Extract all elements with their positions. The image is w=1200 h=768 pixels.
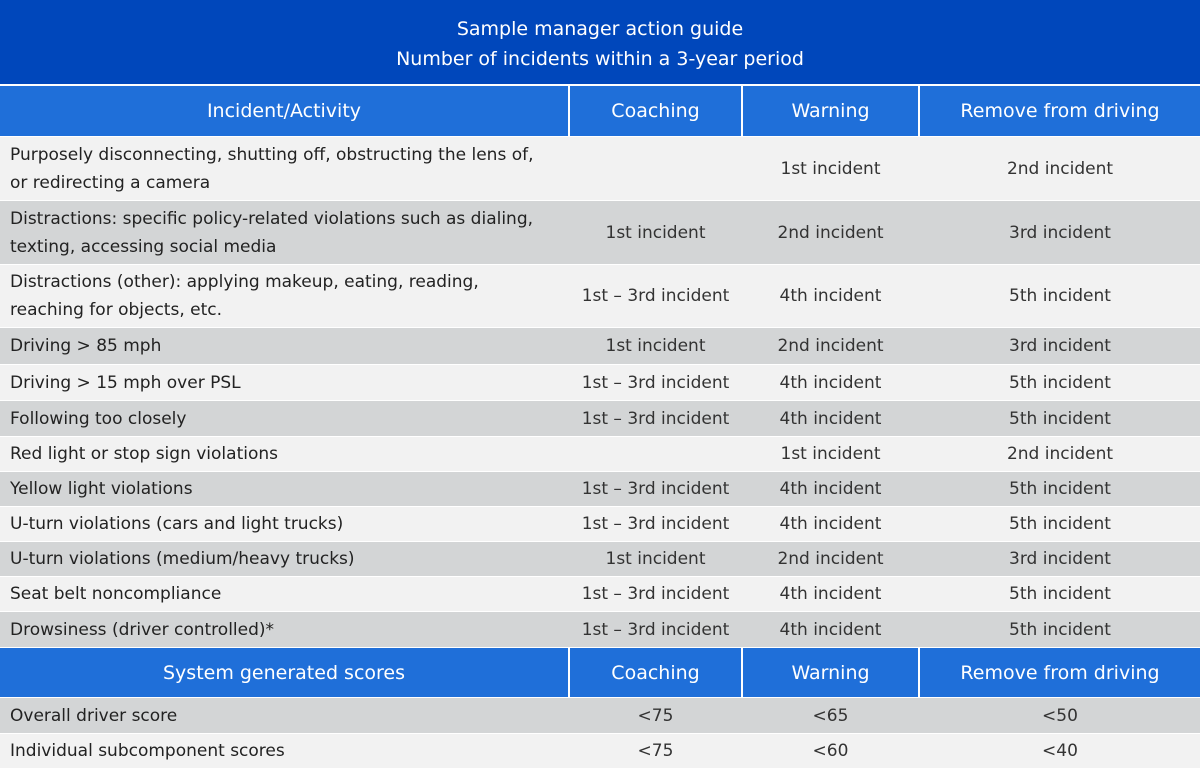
header-coaching: Coaching bbox=[570, 648, 741, 697]
cell-activity: Distractions: specific policy-related vi… bbox=[10, 208, 534, 257]
header-system-scores: System generated scores bbox=[0, 648, 568, 697]
cell-remove-from-driving: <50 bbox=[1042, 705, 1078, 726]
cell-warning: <60 bbox=[812, 741, 849, 761]
header-remove-from-driving: Remove from driving bbox=[920, 86, 1200, 136]
table-title-band: Sample manager action guide Number of in… bbox=[0, 0, 1200, 84]
incident-table-header: Incident/Activity Coaching Warning Remov… bbox=[0, 86, 1200, 136]
cell-coaching: 1st – 3rd incident bbox=[581, 619, 730, 640]
header-warning: Warning bbox=[743, 648, 918, 697]
cell-remove-from-driving: 2nd incident bbox=[1006, 158, 1114, 179]
cell-warning: 4th incident bbox=[779, 479, 882, 499]
cell-coaching: 1st – 3rd incident bbox=[581, 514, 730, 534]
header-warning: Warning bbox=[743, 86, 918, 136]
cell-coaching: 1st – 3rd incident bbox=[581, 408, 730, 429]
cell-activity: Overall driver score bbox=[10, 705, 178, 726]
header-remove-from-driving: Remove from driving bbox=[920, 648, 1200, 697]
table-row: Red light or stop sign violations 1st inc… bbox=[0, 437, 1200, 471]
cell-remove-from-driving: <40 bbox=[1042, 741, 1078, 761]
cell-coaching bbox=[570, 137, 741, 200]
cell-remove-from-driving: 3rd incident bbox=[1009, 336, 1111, 356]
table-row: Purposely disconnecting, shutting off, o… bbox=[0, 137, 1200, 200]
cell-coaching: <75 bbox=[637, 741, 674, 761]
cell-coaching: 1st – 3rd incident bbox=[581, 479, 730, 499]
cell-remove-from-driving: 3rd incident bbox=[1009, 549, 1111, 569]
cell-warning: 2nd incident bbox=[777, 336, 884, 356]
cell-coaching: 1st incident bbox=[605, 336, 706, 356]
cell-coaching: 1st – 3rd incident bbox=[581, 584, 730, 604]
table-row: Individual subcomponent scores <75 <60 <40 bbox=[0, 734, 1200, 768]
cell-warning: 4th incident bbox=[779, 514, 882, 534]
cell-remove-from-driving: 5th incident bbox=[1009, 619, 1111, 640]
cell-warning: 2nd incident bbox=[777, 549, 884, 569]
cell-remove-from-driving: 5th incident bbox=[1009, 286, 1111, 306]
cell-coaching: 1st incident bbox=[605, 222, 706, 243]
cell-remove-from-driving: 5th incident bbox=[1009, 372, 1111, 393]
cell-warning: 4th incident bbox=[779, 584, 882, 604]
cell-warning: 4th incident bbox=[779, 286, 882, 306]
cell-activity: Yellow light violations bbox=[10, 479, 193, 499]
cell-warning: 1st incident bbox=[780, 444, 881, 464]
table-row: Overall driver score <75 <65 <50 bbox=[0, 698, 1200, 733]
cell-activity: Driving > 15 mph over PSL bbox=[10, 372, 241, 393]
table-row: Following too closely 1st – 3rd incident 4… bbox=[0, 401, 1200, 436]
cell-warning: 4th incident bbox=[779, 619, 882, 640]
cell-remove-from-driving: 5th incident bbox=[1009, 479, 1111, 499]
table-row: Drowsiness (driver controlled)* 1st – 3rd… bbox=[0, 612, 1200, 647]
table-row: U-turn violations (cars and light trucks… bbox=[0, 507, 1200, 541]
cell-activity: Seat belt noncompliance bbox=[10, 584, 222, 604]
cell-warning: 2nd incident bbox=[777, 222, 884, 243]
table-row: Driving > 85 mph 1st incident 2nd incident… bbox=[0, 328, 1200, 364]
table-row: Yellow light violations 1st – 3rd inciden… bbox=[0, 472, 1200, 506]
cell-warning: 1st incident bbox=[780, 158, 881, 179]
table-subtitle: Number of incidents within a 3-year peri… bbox=[396, 48, 804, 70]
table-row: Distractions (other): applying makeup, e… bbox=[0, 265, 1200, 327]
cell-coaching bbox=[570, 437, 741, 471]
table-row: U-turn violations (medium/heavy trucks) 1… bbox=[0, 542, 1200, 576]
header-incident-activity: Incident/Activity bbox=[0, 86, 568, 136]
cell-coaching: <75 bbox=[637, 705, 674, 726]
cell-warning: <65 bbox=[812, 705, 849, 726]
cell-warning: 4th incident bbox=[779, 408, 882, 429]
cell-activity: Drowsiness (driver controlled)* bbox=[10, 619, 275, 640]
table-row: Seat belt noncompliance 1st – 3rd inciden… bbox=[0, 577, 1200, 611]
cell-remove-from-driving: 5th incident bbox=[1009, 514, 1111, 534]
cell-remove-from-driving: 2nd incident bbox=[1006, 444, 1114, 464]
cell-activity: U-turn violations (cars and light trucks… bbox=[10, 514, 344, 534]
cell-remove-from-driving: 5th incident bbox=[1009, 408, 1111, 429]
cell-warning: 4th incident bbox=[779, 372, 882, 393]
cell-activity: Driving > 85 mph bbox=[10, 336, 162, 356]
cell-coaching: 1st – 3rd incident bbox=[581, 286, 730, 306]
cell-activity: U-turn violations (medium/heavy trucks) bbox=[10, 549, 355, 569]
table-row: Distractions: specific policy-related vi… bbox=[0, 201, 1200, 264]
cell-activity: Red light or stop sign violations bbox=[10, 444, 278, 464]
cell-coaching: 1st incident bbox=[605, 549, 706, 569]
cell-activity: Following too closely bbox=[10, 408, 187, 429]
cell-activity: Distractions (other): applying makeup, e… bbox=[10, 272, 479, 320]
cell-activity: Purposely disconnecting, shutting off, o… bbox=[10, 144, 534, 193]
cell-activity: Individual subcomponent scores bbox=[10, 741, 285, 761]
score-table-header: System generated scores Coaching Warning… bbox=[0, 648, 1200, 697]
cell-remove-from-driving: 5th incident bbox=[1009, 584, 1111, 604]
cell-coaching: 1st – 3rd incident bbox=[581, 372, 730, 393]
cell-remove-from-driving: 3rd incident bbox=[1009, 222, 1111, 243]
table-title: Sample manager action guide bbox=[456, 18, 744, 40]
header-coaching: Coaching bbox=[570, 86, 741, 136]
table-row: Driving > 15 mph over PSL 1st – 3rd incid… bbox=[0, 365, 1200, 400]
